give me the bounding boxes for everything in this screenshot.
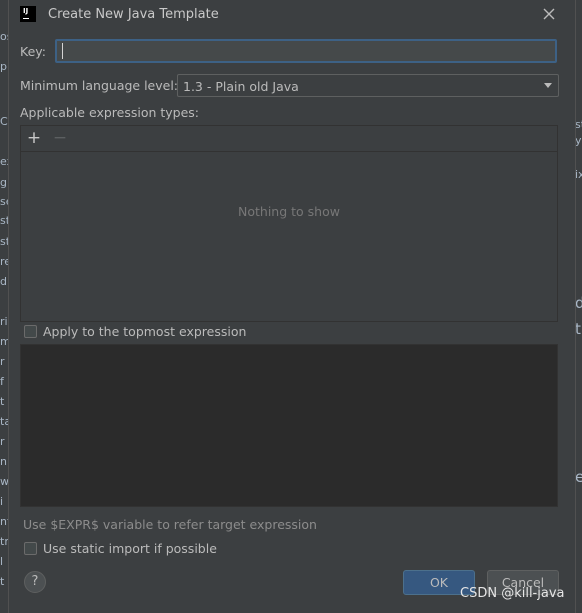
dialog-titlebar[interactable]: IJ Create New Java Template <box>9 0 575 30</box>
intellij-app-icon: IJ <box>20 6 36 22</box>
minus-icon: − <box>52 128 68 148</box>
close-icon <box>543 8 555 20</box>
min-language-level-value: 1.3 - Plain old Java <box>183 79 299 94</box>
bg-text: g <box>0 176 7 189</box>
expr-hint-text: Use $EXPR$ variable to refer target expr… <box>23 517 317 532</box>
app-icon-bar <box>23 18 29 19</box>
dialog-title: Create New Java Template <box>48 7 219 22</box>
bg-text: r <box>0 355 5 368</box>
bg-text: i <box>0 495 4 508</box>
question-icon: ? <box>31 574 39 589</box>
expression-types-label: Applicable expression types: <box>20 105 200 120</box>
bg-text: d <box>575 294 582 312</box>
bg-text: t <box>575 320 581 338</box>
apply-topmost-checkbox[interactable] <box>24 325 37 338</box>
background-ide-right: st y( ix d t e <box>575 0 582 613</box>
bg-text: y( <box>575 134 582 147</box>
min-language-level-label: Minimum language level: <box>20 78 179 93</box>
min-language-level-select[interactable]: 1.3 - Plain old Java <box>177 74 559 97</box>
bg-text: f <box>0 375 4 388</box>
add-type-button[interactable]: + <box>24 128 44 148</box>
key-label: Key: <box>20 44 46 59</box>
bg-text: st <box>575 118 582 131</box>
bg-text: tr <box>0 535 9 548</box>
bg-text: d <box>0 275 7 288</box>
static-import-label[interactable]: Use static import if possible <box>43 541 217 556</box>
text-caret <box>62 43 63 59</box>
bg-text: l <box>0 555 4 568</box>
app-icon-text: IJ <box>23 7 29 15</box>
bg-text: p <box>0 60 7 73</box>
close-button[interactable] <box>539 4 559 24</box>
template-code-editor[interactable] <box>20 344 558 507</box>
help-button[interactable]: ? <box>24 571 46 593</box>
key-input[interactable] <box>55 39 557 63</box>
remove-type-button[interactable]: − <box>50 128 70 148</box>
bg-text: w <box>0 475 9 488</box>
types-toolbar: + − <box>21 126 557 152</box>
bg-text: t <box>0 575 5 588</box>
create-template-dialog: IJ Create New Java Template Key: Minimum… <box>9 0 575 613</box>
bg-text: ri <box>0 315 8 328</box>
bg-text: e <box>575 468 582 486</box>
csdn-watermark: CSDN @kill-java <box>460 586 565 601</box>
static-import-checkbox[interactable] <box>24 542 37 555</box>
background-ide-left: os p Co ex g se st st re d ri m r f t ta… <box>0 0 14 613</box>
plus-icon: + <box>26 128 42 148</box>
chevron-down-icon <box>544 83 552 88</box>
apply-topmost-label[interactable]: Apply to the topmost expression <box>43 324 246 339</box>
bg-text: t <box>0 395 5 408</box>
bg-text: ix <box>575 168 582 181</box>
expression-types-list[interactable]: + − Nothing to show <box>20 125 558 322</box>
empty-list-text: Nothing to show <box>238 204 340 219</box>
bg-text: r <box>0 435 5 448</box>
